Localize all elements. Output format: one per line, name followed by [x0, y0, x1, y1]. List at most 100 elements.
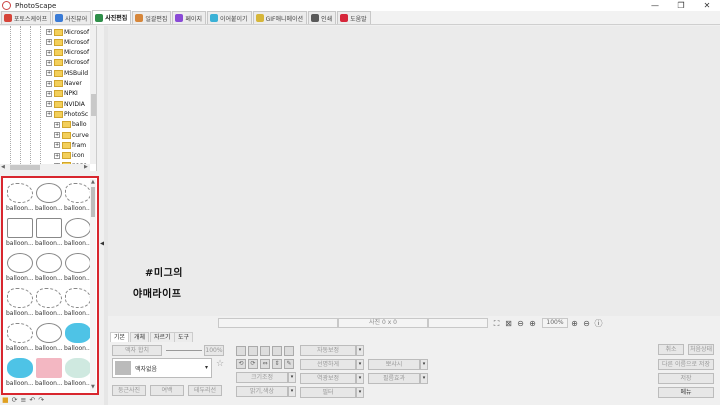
balloon-scroll-thumb[interactable] [91, 187, 95, 217]
tab-home[interactable]: 기본 [110, 332, 130, 342]
zoom-out-icon-2[interactable]: ⊖ [582, 319, 591, 328]
expand-icon[interactable]: + [46, 49, 52, 56]
rotate-icon[interactable] [236, 346, 246, 356]
sharpen-dropdown[interactable]: 선명하게 ▾ [300, 359, 364, 370]
tree-folder-item[interactable]: + MSBuild [46, 68, 88, 78]
crop-icon[interactable] [284, 346, 294, 356]
zoom-level[interactable]: 100% [542, 318, 568, 328]
expand-icon[interactable]: + [54, 132, 60, 138]
tree-scroll-thumb[interactable] [91, 94, 96, 116]
balloon-thumbnail[interactable]: balloon... [6, 285, 34, 319]
close-button[interactable]: ✕ [694, 0, 720, 11]
chevron-down-icon[interactable]: ▾ [356, 387, 364, 398]
save-button[interactable]: 저장 [658, 373, 714, 384]
tab-3[interactable]: 일괄편집 [132, 11, 172, 24]
balloon-thumbnail[interactable]: balloon... [64, 180, 92, 214]
frame-select[interactable]: 액자없음 ▾ [112, 358, 212, 378]
balloon-thumbnail[interactable]: balloon... [6, 355, 34, 389]
chevron-down-icon[interactable]: ▾ [288, 386, 296, 397]
autolevel-dropdown[interactable]: 자동보정 ▾ [300, 345, 364, 356]
filter-dropdown[interactable]: 필터 ▾ [300, 387, 364, 398]
zoom-out-icon[interactable]: ⊖ [516, 319, 525, 328]
expand-icon[interactable]: + [54, 121, 60, 128]
expand-icon[interactable]: + [46, 90, 52, 97]
frame-size-percent[interactable]: 100% [204, 345, 224, 356]
balloon-thumbnail[interactable]: balloon... [64, 355, 92, 389]
tree-folder-item[interactable]: + Microsof [46, 37, 89, 47]
expand-icon[interactable]: + [46, 29, 52, 35]
flip-icon-2[interactable] [272, 346, 282, 356]
tool-icon-2[interactable]: ⟳ [248, 359, 258, 369]
balloon-thumbnail[interactable]: balloon... [64, 320, 92, 354]
tree-folder-item[interactable]: + Microsof [46, 48, 89, 58]
tree-folder-item[interactable]: + NPKI [46, 89, 78, 99]
bloom-button[interactable]: 뽀샤시 [368, 359, 420, 370]
fit-screen-icon[interactable]: ⛶ [492, 319, 501, 328]
folder-tree[interactable]: + Microsof + Microsof + Microsof + Microsof + MSB… [0, 26, 97, 171]
minimize-button[interactable]: — [642, 0, 668, 11]
margin-button[interactable]: 여백 [150, 385, 184, 396]
balloon-thumbnail[interactable]: balloon... [64, 285, 92, 319]
tab-4[interactable]: 페이지 [172, 11, 206, 24]
refresh-icon[interactable]: ⟳ [12, 396, 18, 404]
tab-5[interactable]: 이어붙이기 [206, 11, 252, 24]
expand-icon[interactable]: + [46, 70, 52, 77]
undo-icon[interactable]: ↶ [29, 396, 35, 404]
tool-icon-4[interactable]: ⇕ [272, 359, 282, 369]
chevron-down-icon[interactable]: ▾ [420, 373, 428, 384]
tab-1[interactable]: 사진뷰어 [52, 11, 92, 24]
expand-icon[interactable]: + [46, 39, 52, 46]
list-icon[interactable]: ≡ [21, 396, 27, 404]
frame-size-slider[interactable] [166, 350, 202, 351]
balloon-thumbnail[interactable]: balloon... [35, 180, 63, 214]
photo-canvas[interactable] [108, 26, 720, 316]
balloon-thumbnail[interactable]: balloon... [64, 250, 92, 284]
balloon-thumbnail-panel[interactable]: balloon... balloon... balloon... balloon...… [1, 176, 99, 395]
balloon-thumbnail[interactable]: balloon... [6, 215, 34, 249]
balloon-thumbnail[interactable]: balloon... [64, 215, 92, 249]
maximize-button[interactable]: ❐ [668, 0, 694, 11]
tree-folder-item[interactable]: + Microsof [46, 58, 89, 68]
film-button[interactable]: 필름효과 [368, 373, 420, 384]
autolevel-button[interactable]: 자동보정 [300, 345, 356, 356]
round-photo-button[interactable]: 둥근사진 [112, 385, 146, 396]
film-dropdown[interactable]: 필름효과 ▾ [368, 373, 428, 384]
sharpen-button[interactable]: 선명하게 [300, 359, 356, 370]
info-icon[interactable]: ⓘ [594, 319, 603, 328]
chevron-down-icon[interactable]: ▾ [356, 373, 364, 384]
menu-button[interactable]: 메뉴 [658, 387, 714, 398]
brightness-button[interactable]: 밝기,색상 [236, 386, 288, 397]
balloon-thumbnail[interactable]: balloon... [35, 355, 63, 389]
expand-icon[interactable]: + [46, 59, 52, 66]
tree-folder-item[interactable]: + Naver [46, 79, 82, 89]
expand-icon[interactable]: + [54, 142, 60, 149]
tab-crop[interactable]: 자르기 [150, 332, 175, 342]
save-as-button[interactable]: 다른 이름으로 저장 [658, 359, 714, 370]
expand-icon[interactable]: + [46, 111, 52, 118]
tree-folder-item[interactable]: + ballo [54, 120, 87, 130]
tab-0[interactable]: 포토스케이프 [1, 11, 52, 24]
tab-2[interactable]: 사진편집 [92, 10, 132, 24]
tab-6[interactable]: GIF애니메이션 [252, 11, 308, 24]
tool-icon-1[interactable]: ⟲ [236, 359, 246, 369]
tree-folder-item[interactable]: + NVIDIA [46, 99, 85, 109]
zoom-in-icon-2[interactable]: ⊕ [570, 319, 579, 328]
redo-icon[interactable]: ↷ [38, 396, 44, 404]
brightness-dropdown[interactable]: 밝기,색상 ▾ [236, 386, 296, 397]
tab-object[interactable]: 개체 [130, 332, 150, 342]
resize-button[interactable]: 크기조정 [236, 372, 288, 383]
chevron-down-icon[interactable]: ▾ [356, 345, 364, 356]
balloon-thumbnail[interactable]: balloon... [35, 215, 63, 249]
chevron-down-icon[interactable]: ▾ [356, 359, 364, 370]
balloon-scrollbar[interactable]: ▲ ▼ [90, 179, 96, 392]
tab-8[interactable]: 도움말 [337, 11, 371, 24]
frame-merge-button[interactable]: 액자 합치 [112, 345, 162, 356]
zoom-in-icon[interactable]: ⊕ [528, 319, 537, 328]
tab-tools[interactable]: 도구 [174, 332, 194, 342]
tree-folder-item[interactable]: + Microsof [46, 27, 89, 37]
bloom-dropdown[interactable]: 뽀샤시 ▾ [368, 359, 428, 370]
tree-folder-item[interactable]: + icon [54, 151, 84, 161]
filter-button[interactable]: 필터 [300, 387, 356, 398]
resize-dropdown[interactable]: 크기조정 ▾ [236, 372, 296, 383]
tree-folder-item[interactable]: + fram [54, 140, 86, 150]
